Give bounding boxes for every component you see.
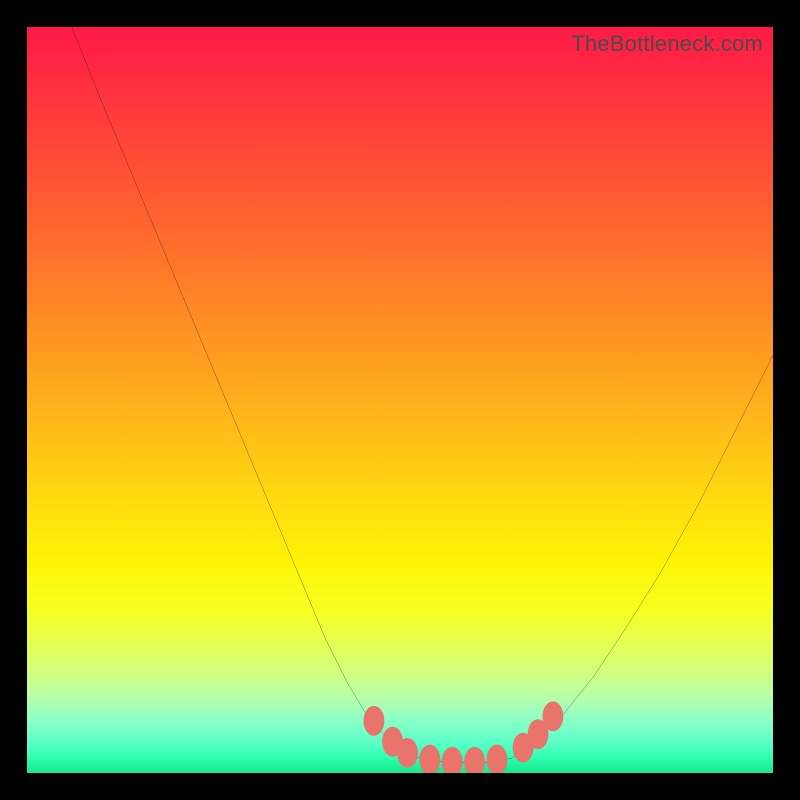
- bead-marker: [542, 701, 563, 731]
- curve-path: [72, 27, 773, 763]
- bead-markers: [363, 701, 563, 773]
- outer-frame: TheBottleneck.com: [0, 0, 800, 800]
- bead-marker: [419, 745, 440, 773]
- chart-svg: [27, 27, 773, 773]
- plot-area: TheBottleneck.com: [27, 27, 773, 773]
- bead-marker: [487, 745, 508, 773]
- bead-marker: [397, 738, 418, 768]
- bead-marker: [363, 706, 384, 736]
- bead-marker: [442, 747, 463, 773]
- bead-marker: [464, 747, 485, 773]
